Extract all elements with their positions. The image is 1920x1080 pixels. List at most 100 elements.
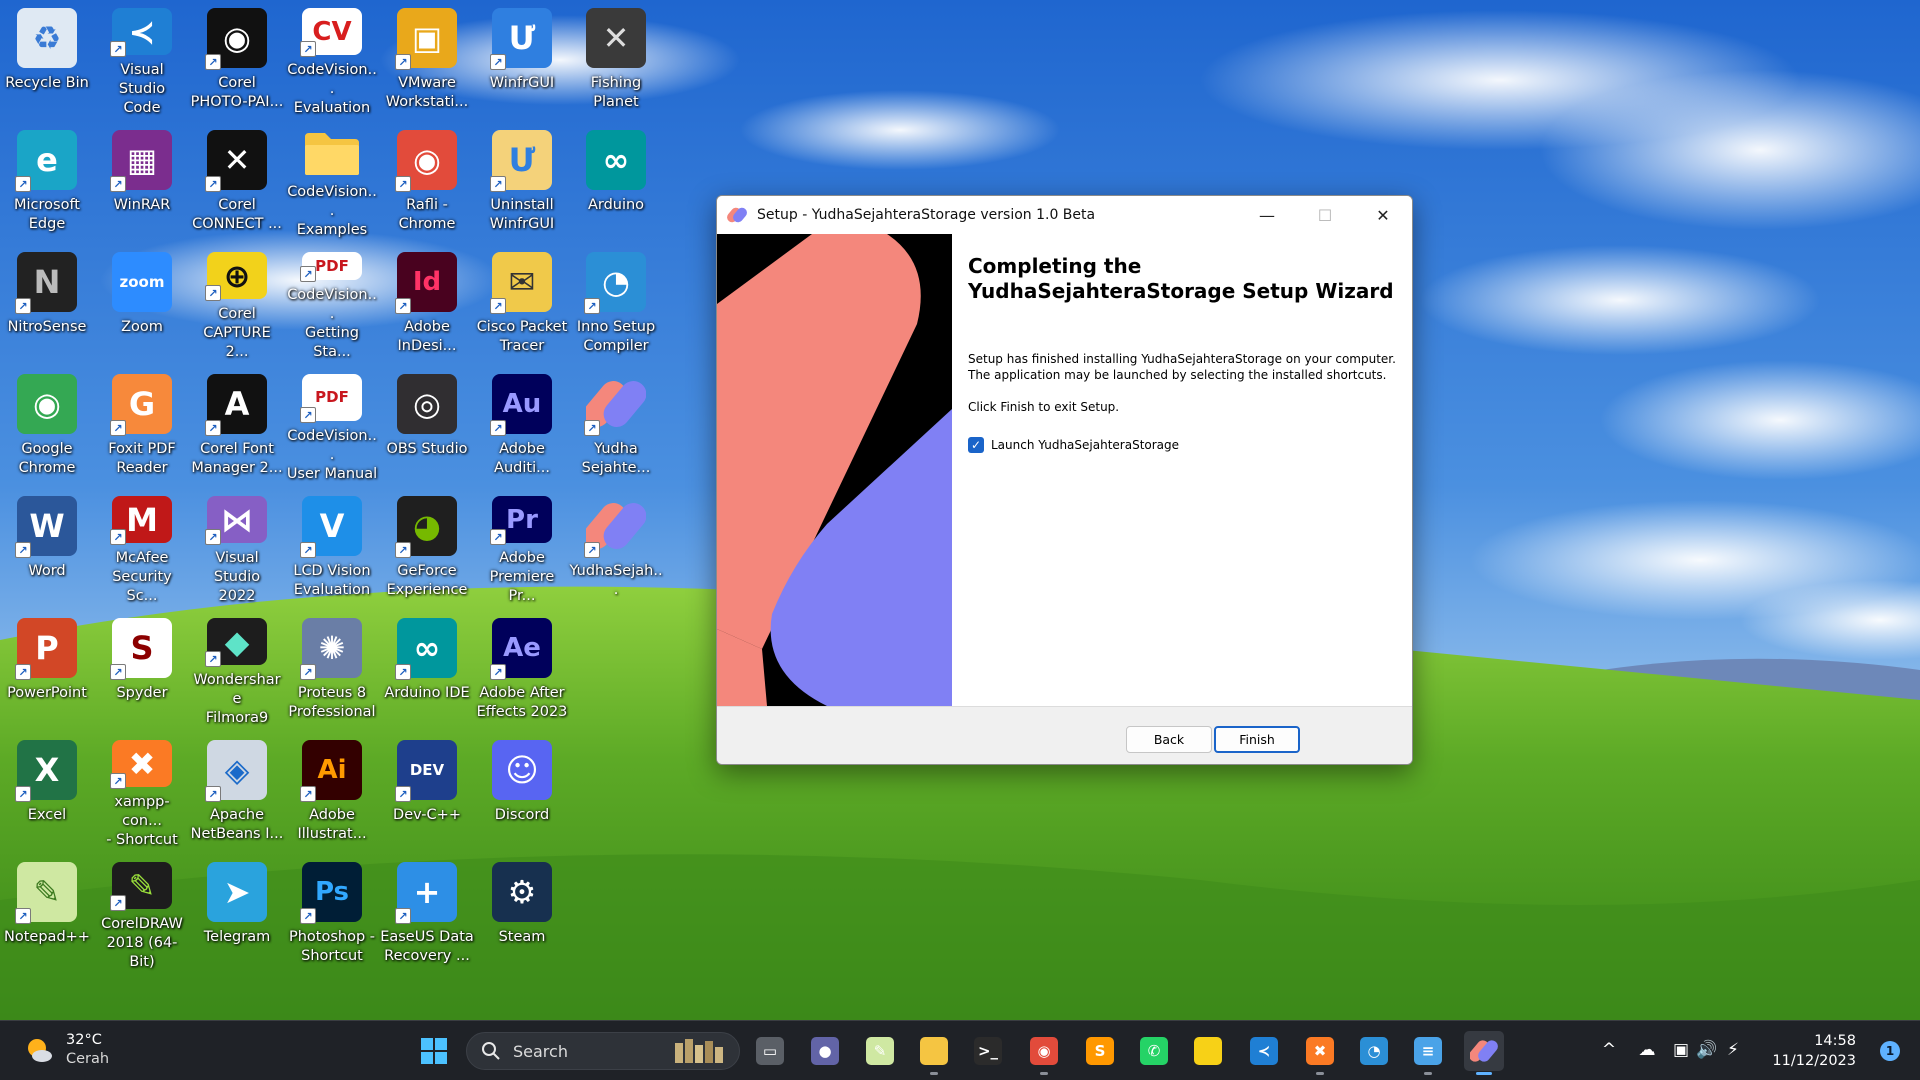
desktop-icon[interactable]: N ↗ NitroSense xyxy=(0,244,94,362)
desktop-icon[interactable]: Au ↗ Adobe Auditi... xyxy=(475,366,569,484)
desktop-icon[interactable]: ▣ ↗ VMware Workstati... xyxy=(380,0,474,118)
task-view-button[interactable]: ▭ xyxy=(750,1031,790,1071)
desktop-icon[interactable]: ↗ YudhaSejah... xyxy=(569,488,663,606)
shortcut-arrow-icon: ↗ xyxy=(395,542,411,558)
desktop-icon[interactable]: P ↗ PowerPoint xyxy=(0,610,94,728)
desktop-icon[interactable]: ◈ ↗ Apache NetBeans I... xyxy=(190,732,284,850)
desktop-icon[interactable]: ≺ ↗ Visual Studio Code xyxy=(95,0,189,118)
show-hidden-icons-chevron-icon[interactable]: ^ xyxy=(1598,1039,1620,1061)
search-highlight-icon xyxy=(675,1039,723,1063)
desktop-icon[interactable]: ☺ Discord xyxy=(475,732,569,850)
launch-checkbox-label[interactable]: Launch YudhaSejahteraStorage xyxy=(991,437,1179,453)
desktop-icon-label: xampp-con... - Shortcut xyxy=(106,794,178,848)
desktop-icon[interactable]: PDF ↗ CodeVision... Getting Sta... xyxy=(285,244,379,362)
icon-glyph: ☺ xyxy=(505,751,539,789)
photoshop-icon: Ps ↗ xyxy=(300,862,362,924)
onedrive-cloud-icon[interactable]: ☁ xyxy=(1636,1039,1658,1061)
desktop-icon[interactable]: ✎ ↗ CorelDRAW 2018 (64-Bit) xyxy=(95,854,189,972)
desktop-icon[interactable]: Id ↗ Adobe InDesi... xyxy=(380,244,474,362)
desktop-icon[interactable]: A ↗ Corel Font Manager 2... xyxy=(190,366,284,484)
minimize-button[interactable]: — xyxy=(1238,196,1296,234)
chrome-taskbar[interactable]: ◉ xyxy=(1024,1031,1064,1075)
desktop-icon[interactable]: Pr ↗ Adobe Premiere Pr... xyxy=(475,488,569,606)
xampp-taskbar[interactable]: ✖ xyxy=(1300,1031,1340,1075)
whatsapp-taskbar[interactable]: ✆ xyxy=(1134,1031,1174,1071)
desktop-icon[interactable]: ✎ ↗ Notepad++ xyxy=(0,854,94,972)
desktop-icon[interactable]: M ↗ McAfee Security Sc... xyxy=(95,488,189,606)
desktop-icon[interactable]: G ↗ Foxit PDF Reader xyxy=(95,366,189,484)
icon-glyph: ⊕ xyxy=(223,256,251,295)
desktop-icon[interactable]: ◕ ↗ GeForce Experience xyxy=(380,488,474,606)
desktop-icon[interactable]: zoom Zoom xyxy=(95,244,189,362)
desktop-icon[interactable]: Ư ↗ WinfrGUI xyxy=(475,0,569,118)
notification-badge[interactable]: 1 xyxy=(1880,1041,1900,1061)
desktop-icon[interactable]: ✺ ↗ Proteus 8 Professional xyxy=(285,610,379,728)
desktop-icon-label: Adobe InDesi... xyxy=(397,319,457,354)
setup-wizard-window[interactable]: Setup - YudhaSejahteraStorage version 1.… xyxy=(716,195,1413,765)
desktop-icon[interactable]: ◔ ↗ Inno Setup Compiler xyxy=(569,244,663,362)
desktop-icon[interactable]: X ↗ Excel xyxy=(0,732,94,850)
sublime-taskbar[interactable]: S xyxy=(1080,1031,1120,1071)
desktop-icon[interactable]: ✕ ↗ Corel CONNECT ... xyxy=(190,122,284,240)
desktop-icon[interactable]: Ai ↗ Adobe Illustrat... xyxy=(285,732,379,850)
weather-widget[interactable]: 32°C Cerah xyxy=(24,1031,109,1069)
desktop-icon[interactable]: CV ↗ CodeVision... Evaluation xyxy=(285,0,379,118)
taskbar-search[interactable]: Search xyxy=(466,1032,740,1070)
desktop-icon[interactable]: ◉ ↗ Corel PHOTO-PAI... xyxy=(190,0,284,118)
vscode-taskbar[interactable]: ≺ xyxy=(1244,1031,1284,1071)
desktop-icon[interactable]: CodeVision... Examples xyxy=(285,122,379,240)
desktop-icon[interactable]: S ↗ Spyder xyxy=(95,610,189,728)
notepad-taskbar[interactable]: ≡ xyxy=(1408,1031,1448,1075)
desktop-icon[interactable]: ♻ Recycle Bin xyxy=(0,0,94,118)
fishing-planet-icon: ✕ xyxy=(586,8,646,68)
window-titlebar[interactable]: Setup - YudhaSejahteraStorage version 1.… xyxy=(717,196,1412,234)
desktop-icon[interactable]: ∞ ↗ Arduino IDE xyxy=(380,610,474,728)
desktop-icon[interactable]: e ↗ Microsoft Edge xyxy=(0,122,94,240)
desktop-icon[interactable]: W ↗ Word xyxy=(0,488,94,606)
volume-icon[interactable]: 🔊 xyxy=(1696,1039,1718,1061)
desktop-icon[interactable]: ∞ Arduino xyxy=(569,122,663,240)
folder-icon xyxy=(920,1037,948,1065)
desktop-icon[interactable]: DEV ↗ Dev-C++ xyxy=(380,732,474,850)
desktop-icon[interactable]: + ↗ EaseUS Data Recovery ... xyxy=(380,854,474,972)
back-button[interactable]: Back xyxy=(1126,726,1212,753)
desktop-icon[interactable]: ✕ Fishing Planet xyxy=(569,0,663,118)
desktop-icon[interactable]: ➤ Telegram xyxy=(190,854,284,972)
file-explorer-taskbar[interactable] xyxy=(914,1031,954,1075)
desktop-icon[interactable]: Ps ↗ Photoshop - Shortcut xyxy=(285,854,379,972)
maximize-button: ☐ xyxy=(1317,205,1333,225)
desktop-icon[interactable]: ✉ ↗ Cisco Packet Tracer xyxy=(475,244,569,362)
desktop-icon[interactable]: Ư ↗ Uninstall WinfrGUI xyxy=(475,122,569,240)
window-title: Setup - YudhaSejahteraStorage version 1.… xyxy=(757,207,1096,223)
terminal-taskbar[interactable]: >_ xyxy=(968,1031,1008,1071)
battery-icon[interactable]: ⚡ xyxy=(1722,1039,1744,1061)
desktop-icon[interactable]: ◉ ↗ Rafli - Chrome xyxy=(380,122,474,240)
desktop-icon[interactable]: ✖ ↗ xampp-con... - Shortcut xyxy=(95,732,189,850)
close-button[interactable]: ✕ xyxy=(1354,196,1412,234)
taskbar-clock[interactable]: 14:58 11/12/2023 xyxy=(1772,1031,1856,1071)
desktop-icon[interactable]: V ↗ LCD Vision Evaluation xyxy=(285,488,379,606)
finish-button[interactable]: Finish xyxy=(1214,726,1300,753)
desktop-icon[interactable]: ↗ Yudha Sejahte... xyxy=(569,366,663,484)
desktop-icon[interactable]: ◉ Google Chrome xyxy=(0,366,94,484)
desktop-icon[interactable]: Ae ↗ Adobe After Effects 2023 xyxy=(475,610,569,728)
desktop-icon[interactable]: ◎ OBS Studio xyxy=(380,366,474,484)
inno-setup-icon: ◔ xyxy=(1360,1037,1388,1065)
desktop-icon[interactable]: ▦ ↗ WinRAR xyxy=(95,122,189,240)
yudha-setup-taskbar[interactable] xyxy=(1464,1031,1504,1075)
desktop-icon[interactable]: ◆ ↗ Wondershare Filmora9 xyxy=(190,610,284,728)
notepadpp-taskbar[interactable]: ✎ xyxy=(860,1031,900,1071)
start-button[interactable] xyxy=(414,1031,454,1071)
inno-setup-taskbar[interactable]: ◔ xyxy=(1354,1031,1394,1071)
desktop-icon[interactable]: ⋈ ↗ Visual Studio 2022 xyxy=(190,488,284,606)
network-icon[interactable]: ▣ xyxy=(1670,1039,1692,1061)
teams-meet-button[interactable]: ● xyxy=(805,1031,845,1071)
desktop-icon[interactable]: PDF ↗ CodeVision... User Manual xyxy=(285,366,379,484)
desktop-icon[interactable]: ⚙ Steam xyxy=(475,854,569,972)
sticky-notes-taskbar[interactable] xyxy=(1188,1031,1228,1071)
icon-glyph: W xyxy=(29,507,65,545)
launch-checkbox[interactable]: ✓ xyxy=(968,437,984,453)
desktop-icon-label: YudhaSejah... xyxy=(569,563,663,598)
desktop-icon[interactable]: ⊕ ↗ Corel CAPTURE 2... xyxy=(190,244,284,362)
launch-option[interactable]: ✓ Launch YudhaSejahteraStorage xyxy=(968,437,1398,453)
